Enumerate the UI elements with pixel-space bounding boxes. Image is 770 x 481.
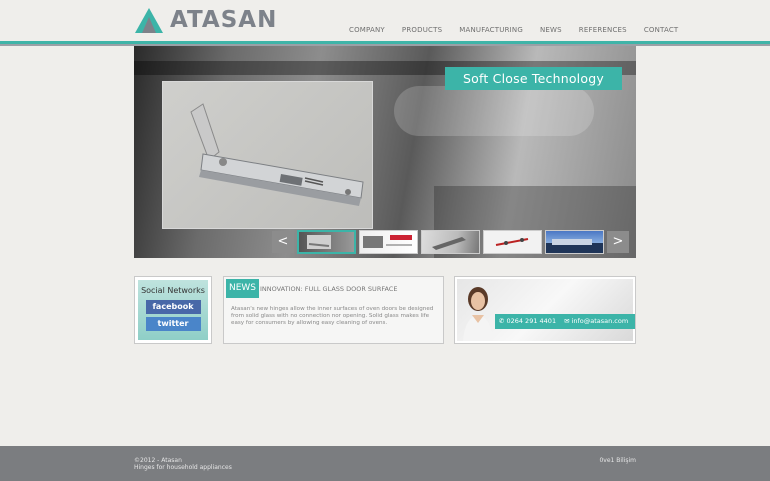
hero-slider: Soft Close Technology < > xyxy=(134,46,636,258)
nav-news[interactable]: NEWS xyxy=(540,26,562,34)
contact-email[interactable]: info@atasan.com xyxy=(572,314,629,329)
phone-icon: ✆ xyxy=(499,317,505,325)
main-nav: COMPANY PRODUCTS MANUFACTURING NEWS REFE… xyxy=(349,26,678,34)
social-title: Social Networks xyxy=(141,286,205,295)
hinge-thumb-image xyxy=(432,237,466,250)
slider-bg-shape xyxy=(394,86,594,136)
next-slide-button[interactable]: > xyxy=(607,231,629,253)
news-body: Atasan's new hinges allow the inner surf… xyxy=(231,306,434,326)
slide-thumbnail[interactable] xyxy=(359,230,418,254)
nav-references[interactable]: REFERENCES xyxy=(579,26,627,34)
slide-thumbnail[interactable] xyxy=(483,230,542,254)
slide-product-image xyxy=(162,81,373,229)
news-box: NEWS INNOVATION: FULL GLASS DOOR SURFACE… xyxy=(223,276,444,344)
contact-box: ✆ 0264 291 4401 ✉ info@atasan.com xyxy=(454,276,636,344)
mail-icon: ✉ xyxy=(564,317,570,325)
social-networks-box: Social Networks facebook twitter xyxy=(134,276,212,344)
footer-tagline: Hinges for household appliances xyxy=(134,464,232,471)
news-headline[interactable]: INNOVATION: FULL GLASS DOOR SURFACE xyxy=(260,285,397,293)
twitter-button[interactable]: twitter xyxy=(145,317,201,331)
hinge-thumb-image xyxy=(495,238,529,246)
hinge-image xyxy=(190,103,364,206)
slide-title: Soft Close Technology xyxy=(445,67,622,90)
logo[interactable]: ATASAN xyxy=(134,6,277,34)
nav-contact[interactable]: CONTACT xyxy=(644,26,679,34)
nav-company[interactable]: COMPANY xyxy=(349,26,385,34)
mountain-logo-icon xyxy=(135,7,163,33)
footer-copyright: ©2012 - Atasan xyxy=(134,457,182,464)
facebook-button[interactable]: facebook xyxy=(145,300,201,314)
social-panel: Social Networks facebook twitter xyxy=(138,280,208,340)
nav-manufacturing[interactable]: MANUFACTURING xyxy=(459,26,523,34)
nav-products[interactable]: PRODUCTS xyxy=(402,26,442,34)
hinge-thumb-image xyxy=(307,235,331,249)
prev-slide-button[interactable]: < xyxy=(272,231,294,253)
slide-thumbnail[interactable] xyxy=(297,230,356,254)
footer: ©2012 - Atasan Hinges for household appl… xyxy=(0,446,770,481)
contact-phone[interactable]: 0264 291 4401 xyxy=(506,314,556,329)
support-agent-image xyxy=(463,287,493,341)
slide-thumbnail[interactable] xyxy=(421,230,480,254)
slider-thumbnails: < > xyxy=(272,230,629,254)
hinge-thumb-image xyxy=(363,235,412,248)
header: ATASAN COMPANY PRODUCTS MANUFACTURING NE… xyxy=(0,0,770,46)
contact-strip: ✆ 0264 291 4401 ✉ info@atasan.com xyxy=(495,314,635,329)
contact-banner: ✆ 0264 291 4401 ✉ info@atasan.com xyxy=(457,279,635,341)
factory-thumb-image xyxy=(546,239,603,253)
news-tag: NEWS xyxy=(226,279,259,298)
brand-name: ATASAN xyxy=(170,7,278,33)
slide-thumbnail[interactable] xyxy=(545,230,604,254)
footer-credit-link[interactable]: 0ve1 Bilişim xyxy=(599,457,636,464)
